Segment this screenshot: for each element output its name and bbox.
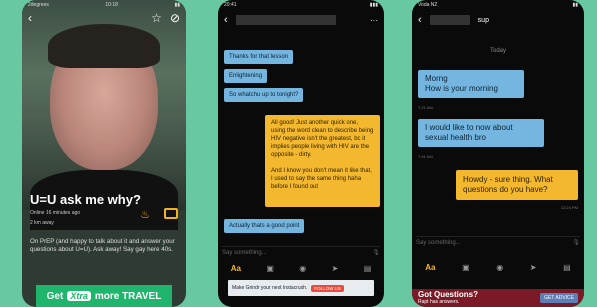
chat-header: ‹ sup — [412, 12, 584, 28]
ad-banner[interactable]: Got Questions? Rapt has answers. GET ADV… — [412, 289, 584, 307]
message-in: So whatchu up to tonight? — [224, 88, 304, 102]
chat-phone-1: 20:41 ▮▮▮ ‹ ··· Thanks for that lesson E… — [218, 0, 384, 307]
profile-phone: 2degrees 10:18 ▮▮ ‹ ☆ ⊘ U=U ask me why? … — [22, 0, 186, 307]
message-composer[interactable]: Say something... 🎙 — [222, 246, 380, 258]
redacted-name — [235, 15, 336, 25]
chat-header: ‹ ··· — [218, 12, 384, 28]
location-icon[interactable]: ➤ — [332, 264, 339, 273]
message-composer[interactable]: Say something... 🎙 — [416, 236, 580, 248]
camera-icon[interactable]: ▣ — [462, 263, 470, 272]
text-icon[interactable]: Aa — [231, 264, 241, 273]
chat-icon[interactable] — [164, 208, 178, 219]
back-icon[interactable]: ‹ — [28, 11, 32, 25]
message-in: Actually thats a good point — [224, 219, 305, 233]
phrases-icon[interactable]: ▤ — [563, 263, 571, 272]
status-bar: Voda NZ ▮▮ — [418, 2, 578, 8]
ad-banner[interactable]: Make Grindr your next Instacrush. FOLLOW… — [228, 280, 374, 296]
location-icon[interactable]: ➤ — [530, 263, 537, 272]
timestamp: 7:21 AM — [418, 105, 433, 110]
timestamp: 7:41 AM — [418, 154, 433, 159]
message-in: Enlightening — [224, 69, 268, 83]
back-icon[interactable]: ‹ — [418, 14, 422, 26]
xtra-banner[interactable]: Get Xtra more TRAVEL — [36, 285, 172, 307]
text-icon[interactable]: Aa — [425, 263, 435, 272]
chat-toolbar: Aa ▣ ◉ ➤ ▤ — [218, 261, 384, 275]
phrases-icon[interactable]: ▤ — [364, 264, 372, 273]
block-icon[interactable]: ⊘ — [170, 11, 180, 25]
mic-icon[interactable]: 🎙 — [372, 249, 380, 256]
chat-phone-2: Voda NZ ▮▮ ‹ sup Today Morng How is your… — [412, 0, 584, 307]
eye-icon[interactable]: ◉ — [299, 264, 306, 273]
back-icon[interactable]: ‹ — [224, 14, 228, 26]
day-separator: Today — [489, 48, 506, 54]
chat-toolbar: Aa ▣ ◉ ➤ ▤ — [412, 260, 584, 274]
profile-photo — [22, 0, 186, 230]
message-out: All good! Just another quick one, using … — [265, 115, 380, 207]
profile-headline: U=U ask me why? — [30, 192, 141, 207]
star-icon[interactable]: ☆ — [151, 11, 162, 25]
message-in: Thanks for that lesson — [224, 50, 294, 64]
more-icon[interactable]: ··· — [370, 16, 378, 25]
mic-icon[interactable]: 🎙 — [572, 239, 580, 246]
distance: 2 km away — [30, 220, 54, 226]
tap-flame-icon[interactable]: ♨ — [140, 208, 150, 221]
online-status: Online 16 minutes ago — [30, 210, 81, 216]
eye-icon[interactable]: ◉ — [496, 263, 503, 272]
status-bar: 20:41 ▮▮▮ — [224, 2, 378, 8]
camera-icon[interactable]: ▣ — [266, 264, 274, 273]
message-in: I would like to now about sexual health … — [418, 119, 544, 147]
about-text: On PrEP (and happy to talk about it and … — [30, 238, 175, 253]
message-out: Howdy - sure thing. What questions do yo… — [456, 170, 578, 200]
timestamp: 12:24 PM — [560, 205, 578, 210]
message-in: Morng How is your morning — [418, 70, 524, 98]
redacted-name — [429, 15, 470, 25]
status-bar: 2degrees 10:18 ▮▮ — [28, 2, 180, 8]
chat-name: sup — [477, 16, 489, 24]
